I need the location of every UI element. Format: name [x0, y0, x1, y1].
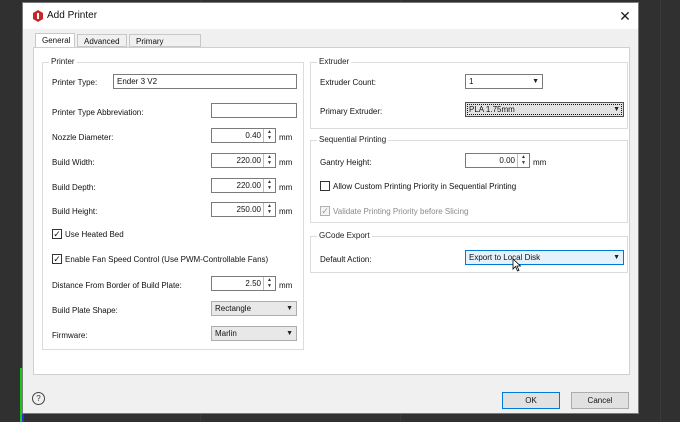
help-icon: ? [36, 394, 41, 403]
custom-priority-label: Allow Custom Printing Priority in Sequen… [333, 182, 517, 191]
printer-abbrev-input[interactable] [211, 103, 297, 118]
sequential-printing-group: Sequential Printing Gantry Height: 0.00 … [310, 135, 628, 223]
firmware-label: Firmware: [52, 331, 88, 340]
plate-shape-value: Rectangle [215, 304, 252, 313]
printer-group: Printer Printer Type: Ender 3 V2 Printer… [42, 57, 304, 350]
chevron-down-icon: ▼ [613, 106, 620, 113]
custom-priority-checkbox[interactable] [320, 181, 330, 191]
close-icon[interactable]: ✕ [616, 7, 634, 25]
printer-group-title: Printer [49, 57, 77, 66]
printer-abbrev-label: Printer Type Abbreviation: [52, 108, 144, 117]
firmware-value: Marlin [215, 329, 237, 338]
help-button[interactable]: ? [32, 392, 45, 405]
grid-line [660, 0, 661, 422]
heated-bed-checkbox[interactable]: ✓ [52, 229, 62, 239]
extruder-group: Extruder Extruder Count: 1 ▼ Primary Ext… [310, 57, 628, 129]
unit-label: mm [279, 207, 293, 216]
build-depth-label: Build Depth: [52, 183, 96, 192]
fan-speed-label: Enable Fan Speed Control (Use PWM-Contro… [65, 255, 269, 264]
sequential-group-title: Sequential Printing [317, 135, 389, 144]
validate-priority-label: Validate Printing Priority before Slicin… [333, 207, 469, 216]
validate-priority-checkbox[interactable]: ✓ [320, 206, 330, 216]
spin-buttons[interactable]: ▲ ▼ [517, 154, 529, 167]
heated-bed-label: Use Heated Bed [65, 230, 124, 239]
gantry-height-label: Gantry Height: [320, 158, 372, 167]
primary-extruder-label: Primary Extruder: [320, 107, 383, 116]
build-width-label: Build Width: [52, 158, 95, 167]
tab-label: Advanced [84, 37, 120, 46]
gantry-height-value: 0.00 [499, 156, 515, 165]
spin-buttons[interactable]: ▲ ▼ [263, 179, 275, 192]
default-action-dropdown[interactable]: Export to Local Disk ▼ [465, 250, 624, 265]
primary-extruder-value: PLA 1.75mm [469, 105, 515, 114]
window-title: Add Printer [47, 10, 98, 21]
spin-down-icon[interactable]: ▼ [518, 160, 529, 166]
border-distance-stepper[interactable]: 2.50 ▲ ▼ [211, 276, 276, 291]
tab-general[interactable]: General [35, 33, 75, 48]
cancel-button-label: Cancel [587, 396, 613, 405]
build-height-value: 250.00 [236, 205, 261, 214]
border-distance-label: Distance From Border of Build Plate: [52, 281, 182, 290]
ok-button[interactable]: OK [502, 392, 560, 409]
spin-buttons[interactable]: ▲ ▼ [263, 129, 275, 142]
build-depth-stepper[interactable]: 220.00 ▲ ▼ [211, 178, 276, 193]
fan-speed-checkbox[interactable]: ✓ [52, 254, 62, 264]
chevron-down-icon: ▼ [286, 330, 293, 337]
cancel-button[interactable]: Cancel [571, 392, 629, 409]
add-printer-dialog: Add Printer ✕ General Advanced Primary E… [22, 2, 639, 414]
nozzle-diameter-value: 0.40 [245, 131, 261, 140]
plate-shape-dropdown[interactable]: Rectangle ▼ [211, 301, 297, 316]
app-hexagon-icon [33, 10, 43, 22]
unit-label: mm [533, 158, 547, 167]
gcode-export-group: GCode Export Default Action: Export to L… [310, 231, 628, 273]
default-action-value: Export to Local Disk [469, 253, 541, 262]
spin-down-icon[interactable]: ▼ [264, 283, 275, 289]
unit-label: mm [279, 183, 293, 192]
unit-label: mm [279, 281, 293, 290]
build-width-value: 220.00 [236, 156, 261, 165]
unit-label: mm [279, 158, 293, 167]
extruder-count-dropdown[interactable]: 1 ▼ [465, 74, 543, 89]
spin-down-icon[interactable]: ▼ [264, 209, 275, 215]
general-tab-panel: Printer Printer Type: Ender 3 V2 Printer… [33, 47, 630, 375]
spin-buttons[interactable]: ▲ ▼ [263, 277, 275, 290]
extruder-group-title: Extruder [317, 57, 352, 66]
mouse-pointer-icon [512, 258, 522, 272]
chevron-down-icon: ▼ [286, 305, 293, 312]
chevron-down-icon: ▼ [613, 254, 620, 261]
gantry-height-stepper[interactable]: 0.00 ▲ ▼ [465, 153, 530, 168]
ok-button-label: OK [525, 396, 537, 405]
border-distance-value: 2.50 [245, 279, 261, 288]
tab-primary-extruder[interactable]: Primary Extruder [129, 34, 201, 59]
build-height-stepper[interactable]: 250.00 ▲ ▼ [211, 202, 276, 217]
tab-label: General [42, 36, 71, 45]
build-height-label: Build Height: [52, 207, 98, 216]
printer-type-label: Printer Type: [52, 78, 98, 87]
build-depth-value: 220.00 [236, 181, 261, 190]
nozzle-diameter-stepper[interactable]: 0.40 ▲ ▼ [211, 128, 276, 143]
spin-down-icon[interactable]: ▼ [264, 135, 275, 141]
extruder-count-value: 1 [469, 77, 474, 86]
spin-buttons[interactable]: ▲ ▼ [263, 203, 275, 216]
title-bar: Add Printer ✕ [23, 3, 638, 29]
plate-shape-label: Build Plate Shape: [52, 306, 118, 315]
spin-down-icon[interactable]: ▼ [264, 160, 275, 166]
gcode-group-title: GCode Export [317, 231, 372, 240]
default-action-label: Default Action: [320, 255, 372, 264]
printer-type-input[interactable]: Ender 3 V2 [113, 74, 297, 89]
firmware-dropdown[interactable]: Marlin ▼ [211, 326, 297, 341]
nozzle-diameter-label: Nozzle Diameter: [52, 133, 114, 142]
primary-extruder-dropdown[interactable]: PLA 1.75mm ▼ [465, 102, 624, 117]
spin-buttons[interactable]: ▲ ▼ [263, 154, 275, 167]
tab-advanced[interactable]: Advanced [77, 34, 127, 47]
extruder-count-label: Extruder Count: [320, 78, 377, 87]
unit-label: mm [279, 133, 293, 142]
chevron-down-icon: ▼ [532, 78, 539, 85]
spin-down-icon[interactable]: ▼ [264, 185, 275, 191]
build-width-stepper[interactable]: 220.00 ▲ ▼ [211, 153, 276, 168]
